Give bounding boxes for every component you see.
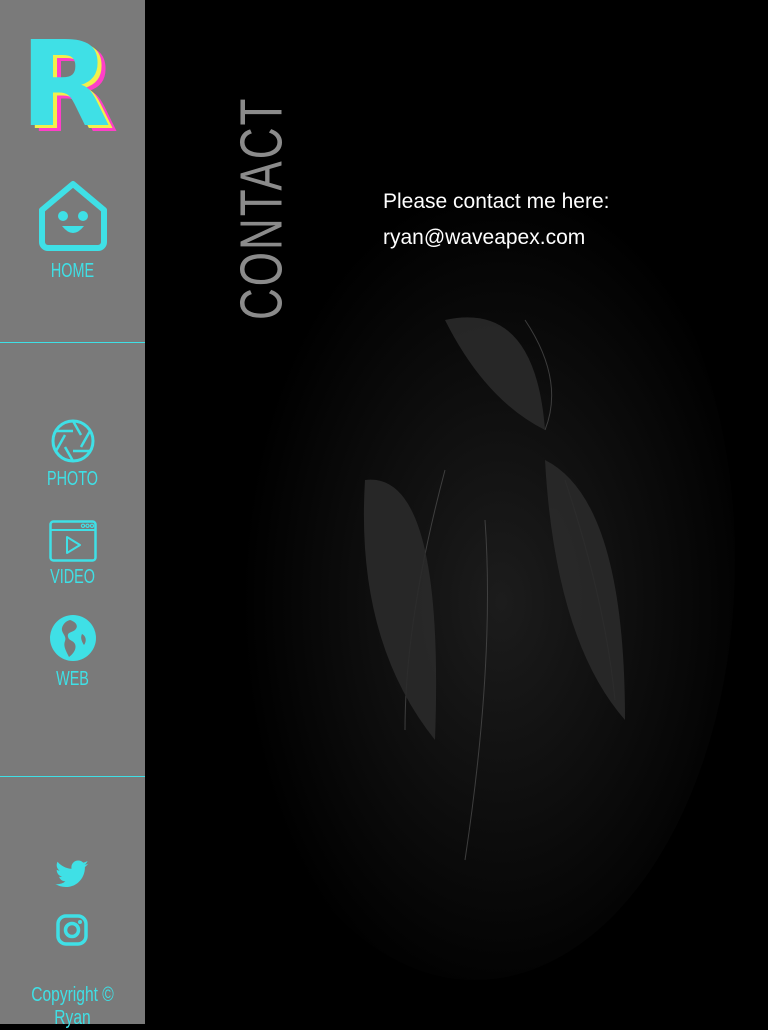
nav-web-label: WEB	[56, 668, 89, 690]
sidebar-divider-top	[0, 342, 145, 343]
nav-photo-label: PHOTO	[47, 468, 98, 490]
instagram-icon	[56, 914, 88, 946]
contact-intro: Please contact me here:	[383, 190, 610, 213]
globe-icon	[49, 615, 96, 661]
camera-aperture-icon	[51, 419, 94, 463]
video-player-icon	[48, 520, 97, 562]
page-title: CONTACT	[228, 96, 296, 320]
instagram-link[interactable]	[52, 910, 92, 950]
nav-web[interactable]: WEB	[0, 614, 145, 691]
nav-photo[interactable]: PHOTO	[0, 418, 145, 491]
nav-home-label: HOME	[50, 260, 95, 282]
logo-letter: R	[20, 15, 111, 153]
nav-video[interactable]: VIDEO	[0, 520, 145, 589]
sidebar: R R R HOME PHOTO VIDEO WEB Copyright © R…	[0, 0, 145, 1029]
nav-home[interactable]: HOME	[0, 180, 145, 283]
main-content: CONTACT Please contact me here: ryan@wav…	[145, 0, 768, 1024]
sidebar-divider-bottom	[0, 776, 145, 777]
contact-block: Please contact me here: ryan@waveapex.co…	[383, 184, 609, 256]
contact-email-link[interactable]: ryan@waveapex.com	[383, 220, 609, 256]
site-logo[interactable]: R R R	[20, 15, 130, 153]
home-icon	[38, 181, 107, 251]
nav-video-label: VIDEO	[50, 566, 95, 588]
twitter-icon	[55, 860, 89, 888]
twitter-link[interactable]	[52, 856, 92, 896]
copyright-text: Copyright © Ryan	[31, 984, 114, 1029]
